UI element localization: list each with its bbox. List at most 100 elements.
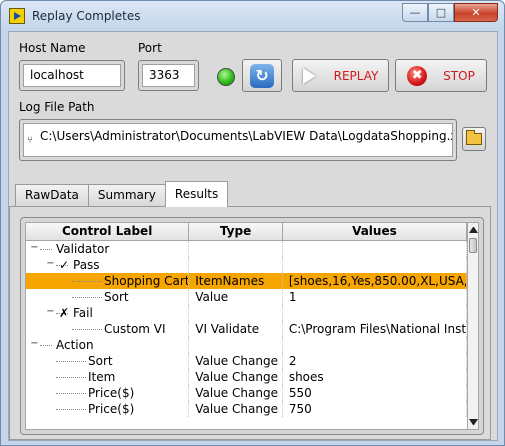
tree-connector (72, 329, 102, 330)
tree-connector (72, 281, 102, 282)
tree-row[interactable]: Custom VI VI Validate C:\Program Files\Nat… (26, 321, 467, 337)
tree-connector (56, 377, 86, 378)
host-name-field[interactable]: localhost (19, 60, 125, 91)
host-name-label: Host Name (19, 41, 86, 55)
tab-rawdata[interactable]: RawData (15, 184, 89, 206)
type-cell: Value Change (189, 401, 283, 417)
row-label: Custom VI (104, 322, 166, 336)
tree-connector (56, 361, 86, 362)
x-mark-icon: ✗ (59, 306, 70, 320)
replay-button[interactable]: REPLAY (292, 59, 389, 92)
column-header-values[interactable]: Values (283, 223, 467, 240)
values-cell (283, 305, 467, 321)
type-cell: Value (189, 289, 283, 305)
collapse-toggle-icon[interactable]: − (30, 243, 39, 253)
results-tree[interactable]: Control Label Type Values − Validator − ✓ Pa… (25, 222, 468, 430)
tree-row[interactable]: Sort Value Change 2 (26, 353, 467, 369)
tree-row[interactable]: − Action (26, 337, 467, 353)
maximize-icon: □ (435, 6, 447, 19)
values-cell (283, 241, 467, 257)
labview-app-icon (9, 8, 25, 24)
minimize-icon: — (409, 6, 421, 19)
refresh-button[interactable]: ↻ (242, 59, 282, 92)
collapse-toggle-icon[interactable]: − (46, 307, 55, 317)
connection-status-led (217, 68, 235, 86)
collapse-toggle-icon[interactable]: − (30, 339, 39, 349)
control-label-cell: Shopping Cart (26, 273, 190, 289)
browse-button[interactable] (462, 127, 486, 151)
control-label-cell: − ✓ Pass (26, 257, 190, 273)
tree-row[interactable]: − ✗ Fail (26, 305, 467, 321)
minimize-button[interactable]: — (402, 3, 428, 22)
row-label: Validator (56, 242, 110, 256)
results-table-header: Control Label Type Values (26, 223, 467, 241)
stop-button[interactable]: ✖ STOP (395, 59, 487, 92)
scroll-up-arrow-icon[interactable] (469, 227, 478, 233)
tree-row[interactable]: − Validator (26, 241, 467, 257)
close-button[interactable]: ✕ (454, 3, 498, 22)
tab-bar: RawData Summary Results (15, 181, 229, 207)
maximize-button[interactable]: □ (428, 3, 454, 22)
control-label-cell: Price($) (26, 401, 190, 417)
log-file-path-field[interactable]: ⑂ C:\Users\Administrator\Documents\LabVI… (19, 119, 457, 161)
control-label-cell: Custom VI (26, 321, 190, 337)
tree-connector (72, 297, 102, 298)
port-input[interactable]: 3363 (142, 64, 195, 87)
type-cell: ItemNames (189, 273, 283, 289)
tree-connector (56, 393, 86, 394)
folder-icon (466, 130, 482, 145)
tree-row[interactable]: − ✓ Pass (26, 257, 467, 273)
tree-connector (56, 409, 86, 410)
column-header-control-label[interactable]: Control Label (26, 223, 190, 240)
scroll-down-arrow-icon[interactable] (469, 419, 478, 425)
column-header-type[interactable]: Type (189, 223, 283, 240)
values-cell: 750 (283, 401, 467, 417)
values-cell: 550 (283, 385, 467, 401)
type-cell: VI Validate (189, 321, 283, 337)
values-cell: C:\Program Files\National Instr (283, 321, 467, 337)
tree-row[interactable]: Item Value Change shoes (26, 369, 467, 385)
type-cell: Value Change (189, 385, 283, 401)
values-cell (283, 337, 467, 353)
results-panel: Control Label Type Values − Validator − ✓ Pa… (9, 206, 491, 440)
host-name-input[interactable]: localhost (23, 64, 121, 87)
tree-row[interactable]: Price($) Value Change 750 (26, 401, 467, 417)
checkmark-icon: ✓ (59, 258, 70, 272)
control-label-cell: − ✗ Fail (26, 305, 190, 321)
control-label-cell: Sort (26, 353, 190, 369)
port-field[interactable]: 3363 (138, 60, 199, 91)
refresh-icon: ↻ (250, 63, 274, 88)
tab-summary[interactable]: Summary (87, 184, 166, 206)
log-file-path-input[interactable]: ⑂ C:\Users\Administrator\Documents\LabVI… (23, 123, 453, 157)
row-label: Action (56, 338, 94, 352)
app-window: Replay Completes — □ ✕ Host Name localho… (0, 0, 505, 446)
type-cell (189, 241, 283, 257)
scroll-thumb[interactable] (469, 238, 477, 253)
tree-row[interactable]: Shopping Cart ItemNames [shoes,16,Yes,850.… (26, 273, 467, 289)
title-bar[interactable]: Replay Completes — □ ✕ (1, 1, 504, 31)
log-file-path-value: C:\Users\Administrator\Documents\LabVIEW… (40, 129, 453, 143)
control-label-cell: − Action (26, 337, 190, 353)
type-cell (189, 257, 283, 273)
type-cell (189, 337, 283, 353)
values-cell: 2 (283, 353, 467, 369)
row-label: Price($) (88, 402, 135, 416)
row-label: Sort (88, 354, 113, 368)
row-label: Sort (104, 290, 129, 304)
stop-icon: ✖ (407, 65, 428, 86)
tab-results[interactable]: Results (164, 181, 229, 207)
path-type-icon: ⑂ (27, 135, 33, 146)
row-label: Shopping Cart (104, 274, 190, 288)
results-tree-frame: Control Label Type Values − Validator − ✓ Pa… (20, 217, 484, 435)
vertical-scrollbar[interactable] (467, 222, 479, 430)
type-cell (189, 305, 283, 321)
row-label: Pass (73, 258, 100, 272)
collapse-toggle-icon[interactable]: − (46, 259, 55, 269)
control-label-cell: Item (26, 369, 190, 385)
row-label: Fail (73, 306, 93, 320)
tree-connector (40, 249, 52, 250)
tree-row[interactable]: Sort Value 1 (26, 289, 467, 305)
client-area: Host Name localhost Port 3363 ↻ REPLAY ✖… (8, 31, 498, 441)
row-label: Item (88, 370, 116, 384)
tree-row[interactable]: Price($) Value Change 550 (26, 385, 467, 401)
